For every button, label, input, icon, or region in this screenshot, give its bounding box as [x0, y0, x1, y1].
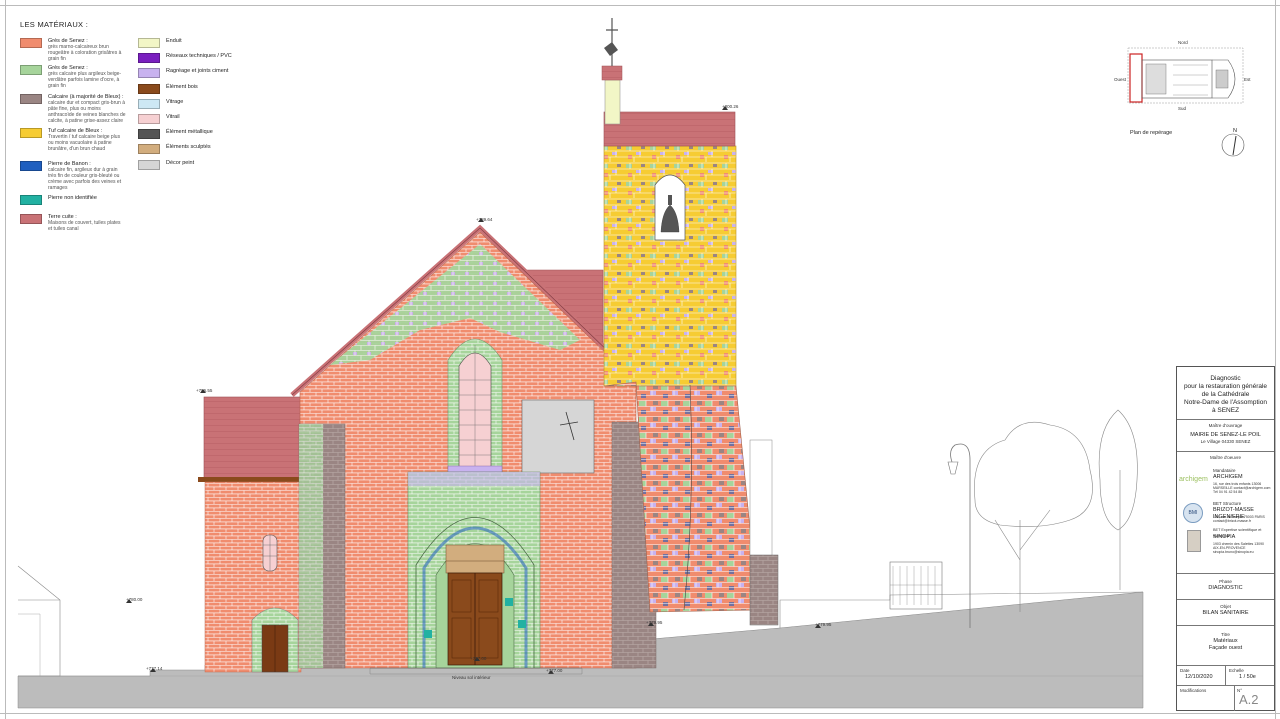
project-title: Diagnostic pour la restauration générale…: [1177, 375, 1274, 415]
portal-lintel: [445, 560, 505, 574]
moa-section: Maître d'ouvrage MAIRIE DE SENEZ-LE POIL…: [1177, 419, 1274, 444]
project-line: Diagnostic: [1210, 375, 1241, 382]
moa-name: MAIRIE DE SENEZ-LE POIL: [1190, 431, 1261, 438]
drawing-sheet: LES MATÉRIAUX : Grès de Senez : grès marn…: [0, 0, 1280, 719]
phase-value: DIAGNOSTIC: [1208, 584, 1243, 591]
courtyard-gate: [889, 561, 943, 610]
tree-outline-1: [974, 421, 1093, 612]
plan-title: Plan de repérage: [1130, 130, 1173, 136]
bell-turret: [604, 79, 621, 125]
bet-address: 134, rue du Temple 75003 PARIS contact@b…: [1213, 515, 1265, 524]
elevation-ground-2: +777.00: [546, 668, 563, 673]
street-lamp: [950, 443, 971, 628]
interior-ground-label: Niveau sol intérieur: [452, 675, 491, 680]
elevation-tower-top: +800.26: [722, 104, 739, 109]
titre-line-1: Matériaux: [1213, 637, 1238, 644]
scale-value: 1 / 50e: [1239, 674, 1256, 680]
tower-roof: [603, 111, 736, 147]
location-plan-drawing: [1127, 47, 1244, 104]
sheet-number: A.2: [1239, 692, 1259, 707]
sinopia-name: SINOPIA: [1213, 534, 1236, 540]
project-line: pour la restauration générale: [1183, 383, 1268, 390]
moa-label: Maître d'ouvrage: [1208, 423, 1243, 428]
left-annex-roof: [203, 396, 302, 481]
revision-section: Modifications N° A.2: [1177, 685, 1274, 711]
date-value: 12/10/2020: [1185, 674, 1213, 680]
project-line: Notre-Dame de l'Assomption: [1184, 399, 1267, 406]
sundial-panel: [521, 399, 595, 474]
elevation-gable-top: +789.64: [476, 217, 493, 222]
objet-section: Objet BILAN SANITAIRE: [1177, 599, 1274, 617]
mandataire-address: 16, rue des trois enfants 13006 MARSEILL…: [1213, 482, 1271, 495]
left-house-outline: [17, 565, 61, 677]
title-block: Diagnostic pour la restauration générale…: [1176, 366, 1275, 711]
elevation-left-roof: +786.55: [196, 388, 213, 393]
archigem-logo: archigem: [1179, 476, 1208, 483]
modifications-label: Modifications: [1180, 688, 1207, 693]
facade-elevation-drawing: [17, 18, 1144, 709]
scale-label: Echelle: [1229, 668, 1244, 673]
date-scale-section: Date 12/10/2020 Echelle 1 / 50e: [1177, 665, 1274, 686]
bet-label: BET Structure: [1213, 501, 1242, 506]
moe-label: Maître d'oeuvre: [1209, 455, 1242, 460]
project-line: de la Cathédrale: [1201, 391, 1250, 398]
portal-tympanum: [445, 544, 505, 564]
mandataire-name: ARCHIGEM: [1213, 474, 1243, 480]
location-plan: Nord Sud Ouest Est Plan de repérage: [1114, 40, 1258, 140]
sinopia-address: 1903 chemin des Salettes 13090 AIX-EN-PR…: [1213, 542, 1264, 555]
elevation-right-2: +779.95: [815, 622, 832, 627]
elevation-door: +777.00: [470, 656, 487, 661]
elevation-right-1: +779.95: [646, 620, 663, 625]
titre-section: Titre Matériaux Façade ouest: [1177, 625, 1274, 652]
plan-south-label: Sud: [1178, 106, 1187, 111]
elevation-ground-1: +777.14: [146, 666, 163, 671]
plan-east-label: Est: [1244, 77, 1251, 82]
titre-line-2: Façade ouest: [1208, 644, 1243, 651]
project-line: à SENEZ: [1211, 407, 1240, 414]
objet-value: BILAN SANITAIRE: [1202, 609, 1249, 616]
bmi-logo: BMI: [1183, 503, 1203, 523]
plan-north-label: Nord: [1178, 40, 1188, 45]
elevation-left-ground: +780.00: [126, 597, 143, 602]
north-arrow-label: N: [1233, 128, 1237, 134]
plan-west-label: Ouest: [1114, 77, 1127, 82]
sinopia-logo: [1187, 530, 1201, 552]
moa-address: Le Village 04330 SENEZ: [1200, 438, 1251, 444]
frame-right: [1275, 0, 1276, 719]
central-window-sill: [447, 465, 503, 473]
mandataire-label: Mandataire: [1213, 468, 1236, 473]
rear-building: [749, 439, 773, 573]
tree-outline-2: [1098, 409, 1138, 590]
left-house-lower: [18, 613, 41, 676]
phase-section: Phase DIAGNOSTIC: [1177, 573, 1274, 592]
date-label: Date: [1180, 668, 1190, 673]
left-annex-gutter: [198, 477, 302, 482]
